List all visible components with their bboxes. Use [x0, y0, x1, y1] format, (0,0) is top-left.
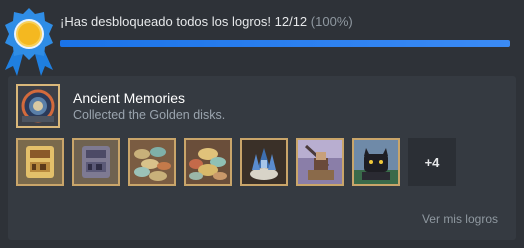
achievement-title: Ancient Memories [73, 90, 186, 106]
black-cat-icon[interactable] [352, 138, 400, 186]
coin-pile-icon[interactable] [128, 138, 176, 186]
achievement-card: Ancient Memories Collected the Golden di… [8, 76, 516, 240]
golden-disk-emblem-icon[interactable] [16, 84, 60, 128]
crystal-shrine-icon[interactable] [240, 138, 288, 186]
achievement-description: Collected the Golden disks. [73, 108, 226, 122]
stone-tablet-icon[interactable] [72, 138, 120, 186]
unlock-percent: (100%) [310, 14, 353, 29]
award-ribbon-icon [1, 6, 57, 80]
achievement-notification: ¡Has desbloqueado todos los logros! 12/1… [0, 0, 524, 248]
treasure-hoard-icon[interactable] [184, 138, 232, 186]
sword-warrior-icon[interactable] [296, 138, 344, 186]
progress-bar [60, 40, 510, 47]
unlock-message: ¡Has desbloqueado todos los logros! 12/1… [60, 14, 353, 29]
achievement-list: +4 [16, 138, 456, 186]
more-achievements-button[interactable]: +4 [408, 138, 456, 186]
view-achievements-link[interactable]: Ver mis logros [422, 212, 498, 226]
unlock-text: ¡Has desbloqueado todos los logros! 12/1… [60, 14, 308, 29]
gold-tablet-icon[interactable] [16, 138, 64, 186]
progress-bar-fill [60, 40, 510, 47]
notification-header: ¡Has desbloqueado todos los logros! 12/1… [0, 0, 524, 76]
